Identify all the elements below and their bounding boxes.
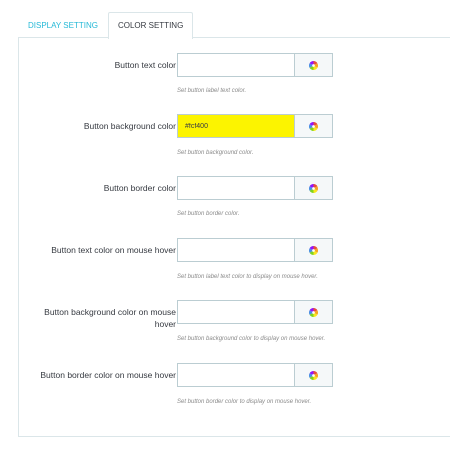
color-input-group	[177, 238, 333, 262]
button-border-color-hover-input[interactable]	[177, 363, 294, 387]
tab-color-setting[interactable]: COLOR SETTING	[107, 12, 194, 39]
color-picker-button[interactable]	[294, 300, 333, 324]
color-picker-button[interactable]	[294, 363, 333, 387]
button-background-color-input[interactable]	[177, 114, 294, 138]
settings-tabs: DISPLAY SETTING COLOR SETTING	[18, 12, 194, 39]
button-border-color-input[interactable]	[177, 176, 294, 200]
color-wheel-icon	[309, 121, 318, 131]
color-wheel-icon	[309, 245, 318, 255]
field-label: Button text color on mouse hover	[51, 245, 176, 255]
field-help-text: Set button border color.	[177, 211, 240, 217]
color-wheel-icon	[309, 183, 318, 193]
color-input-group	[177, 114, 333, 138]
color-input-group	[177, 300, 333, 324]
field-label: Button border color	[103, 183, 176, 193]
button-text-color-input[interactable]	[177, 53, 294, 77]
color-settings-panel: Button text color Set button label text …	[18, 37, 450, 437]
button-text-color-hover-input[interactable]	[177, 238, 294, 262]
color-wheel-icon	[309, 370, 318, 380]
field-help-text: Set button border color to display on mo…	[177, 399, 312, 405]
color-picker-button[interactable]	[294, 176, 333, 200]
field-label: Button text color	[114, 60, 176, 70]
color-picker-button[interactable]	[294, 53, 333, 77]
color-wheel-icon	[309, 60, 318, 70]
color-picker-button[interactable]	[294, 114, 333, 138]
tab-display-setting[interactable]: DISPLAY SETTING	[18, 12, 108, 38]
color-input-group	[177, 53, 333, 77]
field-label: Button background color	[83, 121, 176, 131]
field-help-text: Set button label text color.	[177, 88, 247, 94]
field-label: Button background color on mouse hover	[44, 307, 176, 329]
button-background-color-hover-input[interactable]	[177, 300, 294, 324]
color-wheel-icon	[309, 307, 318, 317]
field-help-text: Set button background color.	[177, 150, 254, 156]
color-picker-button[interactable]	[294, 238, 333, 262]
field-help-text: Set button label text color to display o…	[177, 274, 318, 280]
field-label: Button border color on mouse hover	[40, 370, 176, 380]
field-help-text: Set button background color to display o…	[177, 336, 326, 342]
color-input-group	[177, 176, 333, 200]
color-input-group	[177, 363, 333, 387]
